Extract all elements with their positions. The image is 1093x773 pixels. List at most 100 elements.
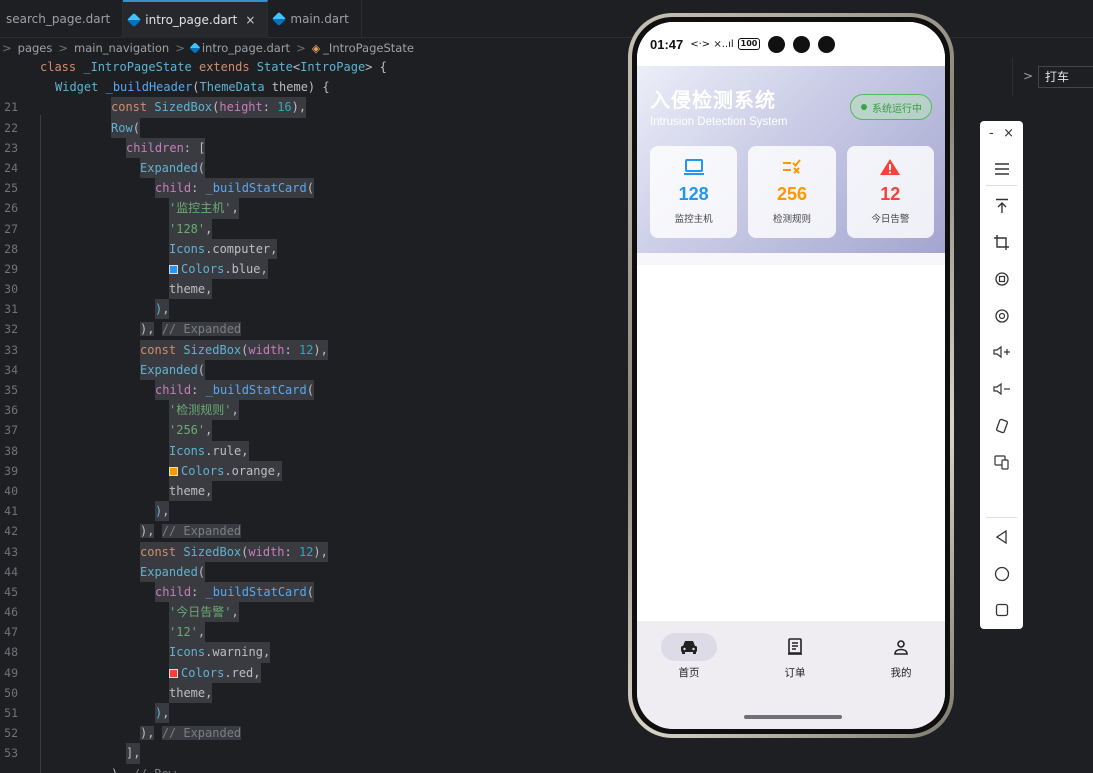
phone-frame: 01:47 <·> ×..ıl 100 入侵检测系统 Intrusion Det…: [628, 13, 954, 738]
chevron-right-icon: >: [175, 41, 185, 55]
warning-icon: [879, 156, 901, 178]
code-line: 36 '检测规则',: [0, 400, 630, 421]
stat-label: 监控主机: [674, 214, 713, 225]
color-swatch-icon: [169, 466, 178, 476]
stat-card-rules[interactable]: 256 检测规则: [748, 146, 836, 238]
camera-cutout-icon: [818, 35, 836, 53]
stat-value: 12: [880, 184, 901, 204]
code-line: 24 Expanded(: [0, 157, 630, 179]
rotate-to-top-icon[interactable]: [980, 196, 1023, 216]
camera-cutout-icon: [768, 35, 786, 53]
volume-up-icon[interactable]: [980, 342, 1023, 362]
code-line: 31),: [0, 299, 630, 320]
toolbar-divider: [986, 517, 1017, 518]
rotate-right-icon[interactable]: [980, 306, 1023, 326]
app-subtitle: Intrusion Detection System: [650, 116, 788, 128]
code-editor[interactable]: class _IntroPageState extends State<Intr…: [0, 57, 630, 773]
code-line: 42), // Expanded: [4, 524, 242, 539]
code-line: 43 const SizedBox(width: 12),: [0, 541, 630, 562]
home-icon[interactable]: [980, 564, 1023, 584]
code-line: 45 child: _buildStatCard(: [0, 581, 630, 603]
code-line: 48 Icons.warning,: [0, 642, 630, 663]
stat-value: 256: [776, 184, 808, 204]
code-line: 39 Colors.orange,: [0, 460, 630, 481]
nav-label: 订单: [784, 667, 806, 679]
car-icon: [661, 633, 717, 661]
breadcrumb-item[interactable]: _IntroPageState: [323, 41, 414, 55]
crop-icon[interactable]: [980, 232, 1023, 252]
minimize-icon[interactable]: -: [989, 126, 994, 141]
code-line: 27'128',: [0, 218, 630, 239]
code-line: 37'256',: [0, 420, 630, 441]
app-header: 入侵检测系统 Intrusion Detection System 系统运行中 …: [637, 66, 945, 253]
code-line: 26 '监控主机',: [0, 198, 630, 219]
breadcrumb: > pages > main_navigation > intro_page.d…: [0, 38, 640, 58]
code-line: 32), // Expanded: [4, 322, 242, 337]
code-line: 35 child: _buildStatCard(: [0, 380, 630, 401]
code-line: 49 Colors.red,: [0, 662, 630, 683]
breadcrumb-item[interactable]: main_navigation: [74, 41, 169, 55]
app-content: [637, 253, 945, 635]
dart-file-icon: [189, 42, 201, 54]
tab-label: intro_page.dart: [145, 13, 238, 27]
recents-icon[interactable]: [980, 600, 1023, 620]
receipt-icon: [767, 633, 823, 661]
code-line: 52), // Expanded: [4, 726, 242, 741]
stat-card-hosts[interactable]: 128 监控主机: [650, 146, 738, 238]
code-line: 53],: [0, 743, 630, 764]
color-swatch-icon: [169, 668, 178, 678]
dart-file-icon: [127, 12, 142, 28]
code-line: 46 '今日告警',: [0, 602, 630, 623]
code-line: 30 theme,: [0, 279, 630, 300]
status-time: 01:47: [650, 36, 684, 52]
rotate-left-icon[interactable]: [980, 269, 1023, 289]
code-line: 38 Icons.rule,: [0, 440, 630, 461]
search-input[interactable]: 打车: [1038, 66, 1093, 88]
tab-intro-page[interactable]: intro_page.dart ×: [123, 0, 269, 38]
signal-icon: <·> ×..ıl: [690, 38, 734, 50]
nav-label: 我的: [890, 667, 912, 679]
tab-label: main.dart: [290, 12, 349, 26]
breadcrumb-item[interactable]: pages: [18, 41, 53, 55]
multi-screen-icon[interactable]: [980, 452, 1023, 472]
sticky-line: Widget _buildHeader(ThemeData theme) {: [55, 80, 330, 95]
menu-icon[interactable]: [980, 159, 1023, 179]
color-swatch-icon: [169, 264, 178, 274]
rule-icon: [781, 156, 803, 178]
search-panel: > 打车: [1012, 58, 1093, 96]
status-badge: 系统运行中: [850, 94, 932, 120]
shake-icon[interactable]: [980, 416, 1023, 436]
code-line: 25 child: _buildStatCard(: [0, 178, 630, 199]
chevron-right-icon: >: [296, 41, 306, 55]
stat-cards: 128 监控主机 256 检测规则 12 今日告警: [650, 146, 934, 238]
stat-label: 今日告警: [871, 214, 910, 225]
close-icon[interactable]: ×: [1003, 126, 1014, 141]
person-icon: [873, 633, 929, 661]
volume-down-icon[interactable]: [980, 379, 1023, 399]
nav-item-profile[interactable]: 我的: [861, 633, 941, 680]
nav-item-home[interactable]: 首页: [649, 633, 729, 680]
nav-item-orders[interactable]: 订单: [755, 633, 835, 680]
bottom-navigation: 首页 订单 我的: [637, 621, 945, 729]
code-line: ), // Row: [0, 764, 630, 773]
phone-screen: 01:47 <·> ×..ıl 100 入侵检测系统 Intrusion Det…: [637, 22, 945, 729]
nav-label: 首页: [678, 667, 700, 679]
tab-main[interactable]: main.dart: [268, 0, 362, 38]
sticky-line: class _IntroPageState extends State<Intr…: [40, 60, 387, 74]
tab-label: search_page.dart: [6, 12, 111, 26]
class-icon: ◈: [311, 42, 321, 55]
stat-card-alerts[interactable]: 12 今日告警: [846, 146, 934, 238]
close-icon[interactable]: ×: [245, 13, 255, 27]
chevron-right-icon: >: [58, 41, 68, 55]
code-line: 34 Expanded(: [0, 359, 630, 381]
back-icon[interactable]: [980, 527, 1023, 547]
app-title: 入侵检测系统: [650, 88, 776, 112]
tab-search-page[interactable]: search_page.dart: [0, 0, 124, 38]
status-dot-icon: [861, 104, 867, 110]
breadcrumb-item[interactable]: intro_page.dart: [202, 41, 290, 55]
gesture-home-bar[interactable]: [744, 715, 842, 719]
status-badge-label: 系统运行中: [872, 103, 922, 115]
computer-icon: [683, 156, 705, 178]
status-bar: 01:47 <·> ×..ıl 100: [637, 22, 945, 66]
chevron-right-icon[interactable]: >: [1023, 69, 1033, 83]
